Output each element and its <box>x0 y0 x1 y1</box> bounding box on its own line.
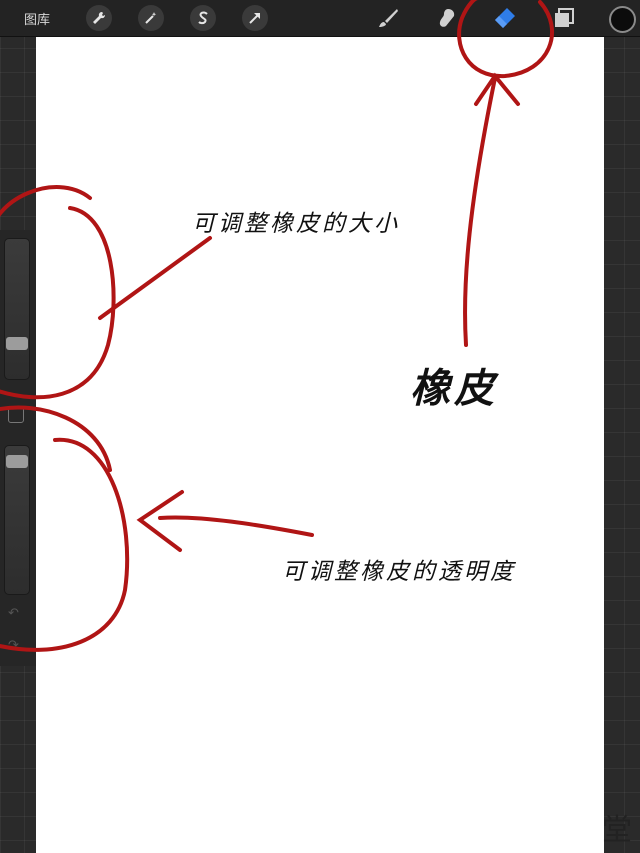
color-picker-button[interactable] <box>609 6 636 33</box>
undo-icon[interactable]: ↶ <box>8 606 19 621</box>
layers-icon[interactable] <box>550 4 578 32</box>
watermark-text: 堂 <box>602 813 632 848</box>
left-sidebar: ↶ ↷ <box>0 230 36 666</box>
selection-s-icon[interactable] <box>190 5 216 31</box>
modify-button[interactable] <box>8 407 24 423</box>
brush-size-slider[interactable] <box>4 238 30 380</box>
magic-wand-icon[interactable] <box>138 5 164 31</box>
watermark: 堂 <box>598 805 632 849</box>
smudge-finger-icon[interactable] <box>432 4 460 32</box>
top-toolbar: 图库 <box>0 0 640 37</box>
size-annotation: 可调整橡皮的大小 <box>192 211 400 237</box>
opacity-handle[interactable] <box>6 454 28 468</box>
eraser-annotation: 橡皮 <box>410 365 498 412</box>
redo-icon[interactable]: ↷ <box>8 638 19 653</box>
drawing-canvas[interactable] <box>36 37 604 853</box>
brush-size-handle[interactable] <box>6 336 28 350</box>
eraser-icon[interactable] <box>490 4 518 32</box>
arrow-cursor-icon[interactable] <box>242 5 268 31</box>
brush-icon[interactable] <box>374 4 402 32</box>
opacity-annotation: 可调整橡皮的透明度 <box>282 559 516 585</box>
gallery-button[interactable]: 图库 <box>24 9 50 28</box>
opacity-slider[interactable] <box>4 445 30 595</box>
wrench-icon[interactable] <box>86 5 112 31</box>
